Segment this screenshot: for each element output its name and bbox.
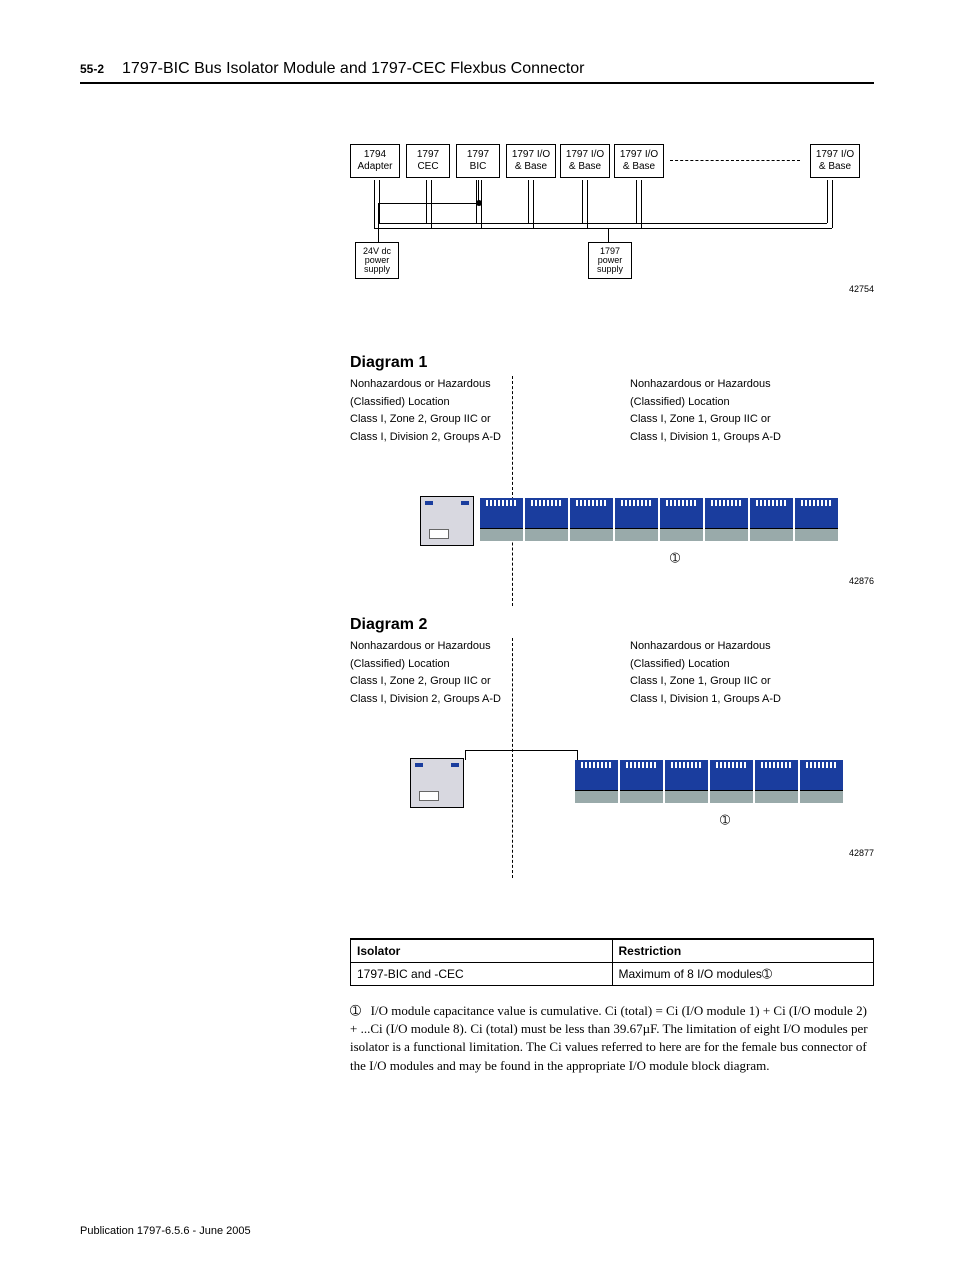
box-io1: 1797 I/O & Base [506, 144, 556, 178]
diagram1-barrier-line [512, 376, 513, 606]
continuation-line [670, 160, 800, 161]
diagram2-left-location: Nonhazardous or Hazardous (Classified) L… [350, 638, 501, 708]
box-1797-supply: 1797 power supply [588, 242, 632, 279]
header-title: 1797-BIC Bus Isolator Module and 1797-CE… [122, 60, 584, 78]
diagram1-adapter [420, 496, 474, 546]
diagram1-figure-id: 42876 [849, 576, 874, 586]
isolator-table: Isolator Restriction 1797-BIC and -CEC M… [350, 938, 874, 986]
table-header-restriction: Restriction [612, 939, 874, 963]
box-24v-supply: 24V dc power supply [355, 242, 399, 279]
page-header: 55-2 1797-BIC Bus Isolator Module and 17… [80, 60, 874, 84]
diagram1: Nonhazardous or Hazardous (Classified) L… [350, 376, 874, 606]
footnote: ➀ I/O module capacitance value is cumula… [350, 1002, 874, 1075]
diagram2-right-location: Nonhazardous or Hazardous (Classified) L… [630, 638, 781, 708]
box-adapter: 1794 Adapter [350, 144, 400, 178]
box-bic: 1797 BIC [456, 144, 500, 178]
diagram1-marker: ➀ [670, 551, 680, 565]
block-diagram: 1794 Adapter 1797 CEC 1797 BIC 1797 I/O … [350, 144, 874, 324]
diagram1-left-location: Nonhazardous or Hazardous (Classified) L… [350, 376, 501, 446]
box-io3: 1797 I/O & Base [614, 144, 664, 178]
diagram1-right-location: Nonhazardous or Hazardous (Classified) L… [630, 376, 781, 446]
box-cec: 1797 CEC [406, 144, 450, 178]
diagram2: Nonhazardous or Hazardous (Classified) L… [350, 638, 874, 878]
diagram1-title: Diagram 1 [350, 354, 874, 372]
page-number: 55-2 [80, 62, 104, 76]
table-header-isolator: Isolator [351, 939, 613, 963]
diagram2-marker: ➀ [720, 813, 730, 827]
box-io2: 1797 I/O & Base [560, 144, 610, 178]
diagram2-adapter [410, 758, 464, 808]
diagram1-rack [480, 498, 840, 540]
table-row: 1797-BIC and -CEC Maximum of 8 I/O modul… [351, 963, 874, 986]
diagram2-title: Diagram 2 [350, 616, 874, 634]
diagram2-figure-id: 42877 [849, 848, 874, 858]
diagram2-rack [575, 760, 845, 802]
box-ion: 1797 I/O & Base [810, 144, 860, 178]
diagram2-barrier-line [512, 638, 513, 878]
figure-id: 42754 [849, 284, 874, 294]
